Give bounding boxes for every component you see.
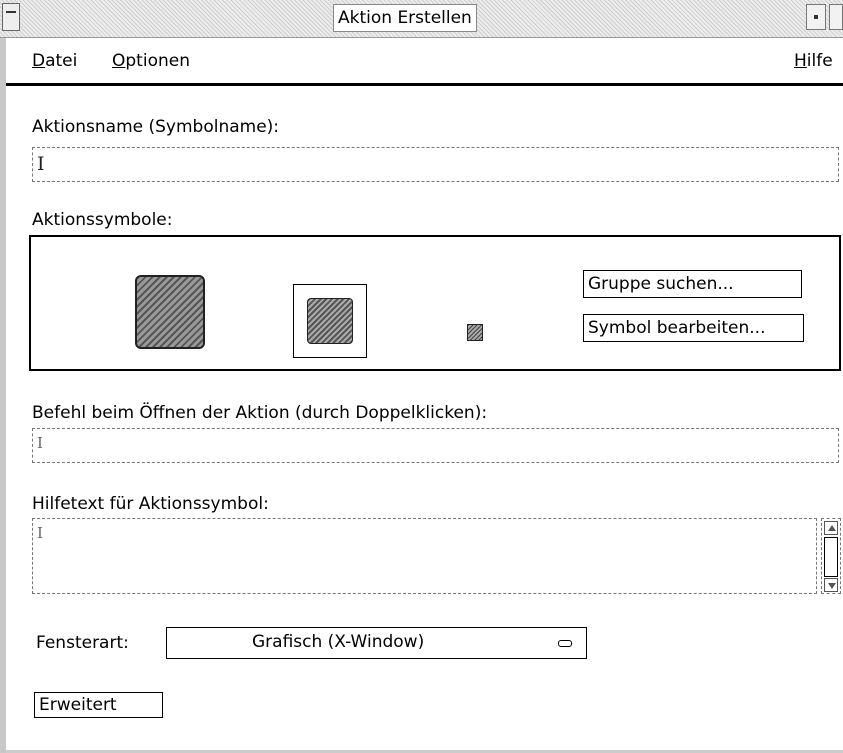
menu-hilfe-mnemonic: H — [794, 51, 807, 71]
window-type-label: Fensterart: — [36, 633, 129, 653]
text-cursor-icon: I — [37, 434, 43, 452]
window-title: Aktion Erstellen — [333, 4, 477, 32]
window-type-value: Grafisch (X-Window) — [252, 632, 425, 652]
action-icons-label: Aktionssymbole: — [32, 210, 173, 230]
menu-hilfe-label: ilfe — [806, 51, 833, 71]
advanced-button[interactable]: Erweitert — [34, 692, 163, 718]
menu-optionen-mnemonic: O — [112, 51, 126, 71]
action-name-input[interactable]: I — [32, 147, 839, 182]
large-action-icon[interactable] — [135, 275, 205, 349]
find-set-button[interactable]: Gruppe suchen... — [583, 270, 802, 298]
minimize-button[interactable] — [806, 4, 826, 30]
scroll-thumb[interactable] — [824, 537, 838, 577]
selected-icon-frame[interactable] — [293, 284, 367, 358]
help-text-scrollbar[interactable] — [821, 518, 841, 594]
window-type-select[interactable]: Grafisch (X-Window) — [166, 627, 587, 659]
small-action-icon[interactable] — [467, 324, 483, 341]
window-menu-button[interactable] — [2, 3, 20, 31]
help-text-label: Hilfetext für Aktionssymbol: — [32, 494, 269, 514]
medium-action-icon — [307, 298, 353, 344]
option-menu-icon — [558, 640, 572, 647]
command-label: Befehl beim Öffnen der Aktion (durch Dop… — [32, 403, 488, 423]
text-cursor-icon: I — [37, 524, 43, 542]
menu-datei-mnemonic: D — [32, 51, 46, 71]
menu-datei[interactable]: Datei — [32, 51, 77, 71]
title-bar[interactable]: Aktion Erstellen — [0, 0, 843, 38]
create-action-window: Aktion Erstellen Datei Optionen Hilfe Ak… — [0, 0, 843, 753]
edit-icon-button[interactable]: Symbol bearbeiten... — [583, 314, 804, 342]
command-input[interactable]: I — [32, 428, 839, 463]
menu-optionen[interactable]: Optionen — [112, 51, 190, 71]
scroll-up-arrow-icon[interactable] — [824, 521, 838, 535]
menu-datei-label: atei — [45, 51, 78, 71]
menu-bar: Datei Optionen Hilfe — [6, 38, 843, 86]
help-text-area[interactable]: I — [32, 518, 817, 594]
action-name-label: Aktionsname (Symbolname): — [32, 117, 280, 137]
text-cursor-icon: I — [37, 153, 45, 175]
scroll-down-arrow-icon[interactable] — [824, 578, 838, 592]
menu-optionen-label: ptionen — [125, 51, 190, 71]
action-icons-panel: Gruppe suchen... Symbol bearbeiten... — [29, 235, 841, 371]
maximize-button[interactable] — [829, 4, 843, 30]
menu-hilfe[interactable]: Hilfe — [794, 51, 833, 71]
